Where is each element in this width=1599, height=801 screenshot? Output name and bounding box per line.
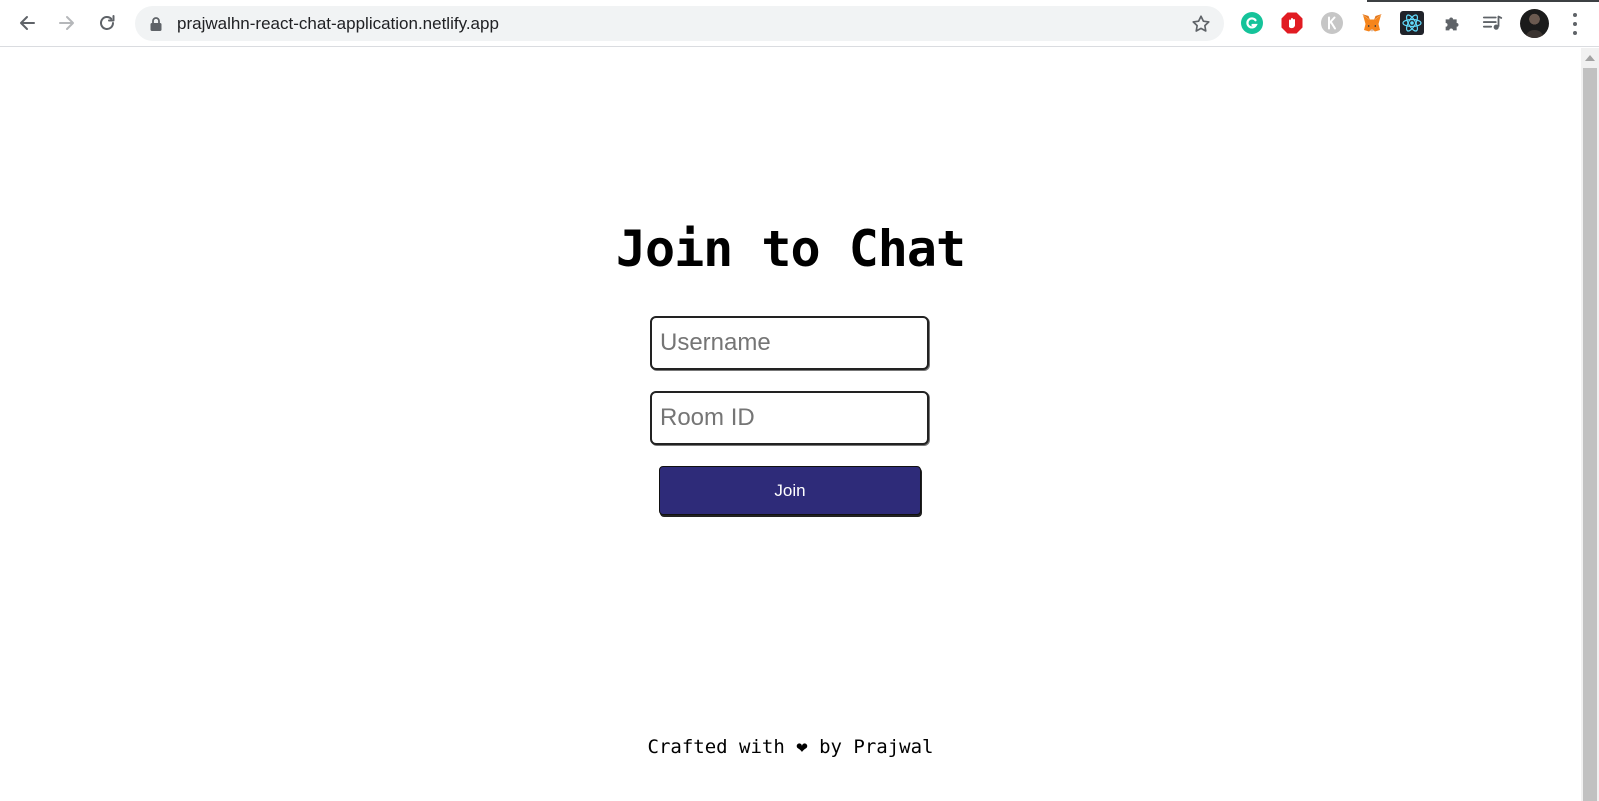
address-bar[interactable]: prajwalhn-react-chat-application.netlify… (135, 6, 1224, 41)
page-title: Join to Chat (615, 220, 966, 278)
back-button[interactable] (12, 8, 42, 38)
scroll-up-arrow-icon[interactable] (1585, 55, 1595, 61)
page-viewport: Join to Chat Join Crafted with ❤ by Praj… (0, 48, 1599, 801)
tab-strip-edge (0, 0, 1130, 2)
k-icon[interactable] (1320, 11, 1344, 35)
star-icon[interactable] (1190, 13, 1212, 35)
browser-toolbar: prajwalhn-react-chat-application.netlify… (0, 0, 1599, 47)
metamask-icon[interactable] (1360, 11, 1384, 35)
forward-button[interactable] (52, 8, 82, 38)
kebab-menu-icon[interactable] (1565, 13, 1585, 35)
adblock-icon[interactable] (1280, 11, 1304, 35)
arrow-left-icon (20, 16, 35, 30)
tab-strip-edge (1367, 0, 1599, 2)
scrollbar-thumb[interactable] (1583, 68, 1597, 801)
reload-button[interactable] (92, 8, 122, 38)
profile-avatar[interactable] (1520, 9, 1549, 38)
footer-credit: Crafted with ❤ by Prajwal (647, 736, 934, 758)
join-button[interactable]: Join (659, 466, 921, 515)
url-text[interactable]: prajwalhn-react-chat-application.netlify… (177, 14, 499, 34)
media-control-icon[interactable] (1481, 11, 1505, 35)
reload-icon (100, 15, 115, 30)
react-devtools-icon[interactable] (1400, 11, 1424, 35)
username-input[interactable] (650, 316, 929, 370)
grammarly-icon[interactable] (1240, 11, 1264, 35)
arrow-right-icon (59, 16, 74, 30)
room-id-input[interactable] (650, 391, 929, 445)
lock-icon[interactable] (149, 16, 163, 32)
vertical-scrollbar[interactable] (1581, 48, 1599, 801)
puzzle-icon[interactable] (1441, 11, 1465, 35)
